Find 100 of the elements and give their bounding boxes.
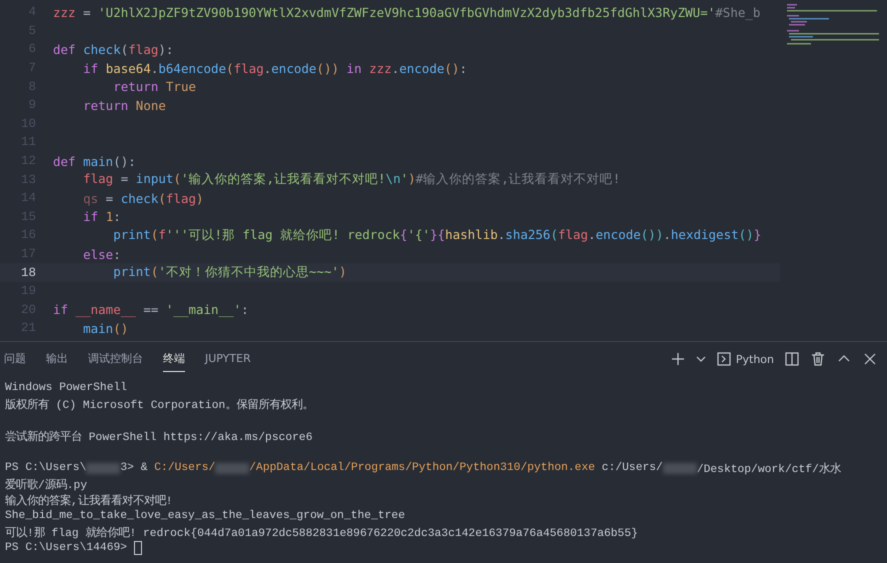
code-token: () [738,226,754,244]
code-token: zzz [53,4,76,20]
code-token: encode [596,226,641,244]
terminal-text: She_bid_me_to_take_love_easy_as_the_leaves_grow_on_the_tree [5,510,405,522]
code-token: if [82,60,100,76]
terminal-text: 版权所有 (C) Microsoft Corporation。保留所有权利。 [5,398,314,412]
code-token: \n [386,171,401,188]
code-token: () [444,60,460,76]
code-token: . [663,226,671,244]
terminal-text: PS C:\Users\14469> [5,542,128,554]
line-number: 18 [20,266,37,280]
code-token: def [53,42,77,57]
trash-icon [810,351,826,367]
terminal-icon [716,351,732,367]
code-token: hexdigest [670,226,739,244]
code-token: main [83,154,114,169]
panel-tab[interactable]: 输出 [46,346,68,372]
code-token: 'U2hlX2JpZF9tZV90b190YWtlX2xvdmVfZWFzeV9hc190aGVfbGVhdmVzX2dyb3dfb25fdGhlX3RyZWU=' [98,4,716,20]
code-token: else [82,246,114,262]
code-token: = [120,171,130,188]
code-token: ( [550,226,558,244]
terminal-text: PS C:\Users\ [5,462,86,474]
code-token: in [346,60,363,76]
terminal-text: 爱听歌/源码.py [5,478,88,492]
code-token: input [136,171,174,188]
code-token: if [53,302,70,318]
code-token: check [83,42,121,57]
code-token: == [142,302,160,318]
code-token: { [400,226,408,244]
split-icon [784,351,800,367]
code-token: ( [150,226,158,244]
code-token: #She_b [715,4,760,20]
code-token: ( [173,171,181,188]
code-token: flag [166,190,196,206]
code-token: qs [82,190,98,206]
code-token: f [158,226,166,244]
code-token: main [82,320,114,336]
code-token: . [264,60,272,76]
code-token: print [112,226,151,244]
code-token: (): [113,154,136,169]
code-token: ) [408,171,416,188]
terminal-path: C:/Users/ [154,462,216,474]
code-token: '__main__' [166,302,242,318]
code-token: '{' [407,226,430,244]
code-token: : [241,302,249,318]
code-token: check [120,190,158,206]
code-token: ( [158,190,166,206]
chevron-down-icon [696,356,706,362]
code-token: = [104,190,114,206]
blurred-redaction [86,462,120,474]
code-token: '输入你的答案,让我看看对不对吧! [180,171,386,188]
code-token: flag [234,60,264,76]
terminal-text: 3> & [120,462,148,474]
code-token: return [82,98,130,113]
panel-tab[interactable]: 调试控制台 [88,346,143,372]
code-token: : [113,246,121,262]
terminal-path: /AppData/Local/Programs/Python/Python310/python.exe [249,462,596,474]
terminal-selector[interactable]: Python [712,349,777,369]
code-token: zzz [369,60,392,76]
terminal-text: 输入你的答案,让我看看对不对吧! [5,493,173,508]
code-token: sha256 [505,226,550,244]
code-token: def [53,154,77,169]
code-token: flag [128,42,158,57]
code-token: base64 [106,60,151,76]
code-token: encode [271,60,316,76]
blurred-redaction [662,462,697,474]
code-token: ( [120,42,128,57]
code-token: '''可以!那 flag 就给你吧! redrock [166,226,400,244]
code-token: . [392,60,400,76]
blurred-redaction [215,462,250,474]
panel-tab[interactable]: 问题 [4,346,26,372]
code-token: flag [558,226,588,244]
code-token: ( [226,60,234,76]
code-token: ()) [316,60,340,76]
code-token: __name__ [76,302,136,318]
panel-tab[interactable]: JUPYTER [205,348,251,370]
code-token: return [112,79,160,94]
code-token: b64encode [158,60,226,76]
code-token: encode [399,60,444,76]
code-token: ) [339,264,347,282]
panel-tab[interactable]: 终端 [163,346,185,372]
terminal-text: c:/Users/ [600,462,663,474]
code-token: True [166,79,196,94]
terminal-text: Windows PowerShell [5,382,128,394]
code-token: ' [400,171,408,188]
code-token: : [459,60,467,76]
code-token: = [82,4,92,20]
code-token: flag [82,171,114,188]
code-token: '不对！你猜不中我的心思~~~' [158,264,340,282]
code-token: }{ [430,226,446,244]
terminal-text: 可以!那 flag 就给你吧! redrock{044d7a01a972dc5882831e89676220c2dc3a3c142e16379a76a45680137a6b55} [5,526,638,540]
plus-icon [670,351,686,367]
terminal-cursor [134,541,142,555]
code-token: ()) [640,226,664,244]
code-token: ): [158,42,174,57]
close-icon [862,351,878,367]
code-token: print [112,264,151,282]
code-token: . [588,226,596,244]
code-token: None [136,98,166,113]
code-token: #输入你的答案,让我看看对不对吧! [416,171,620,188]
